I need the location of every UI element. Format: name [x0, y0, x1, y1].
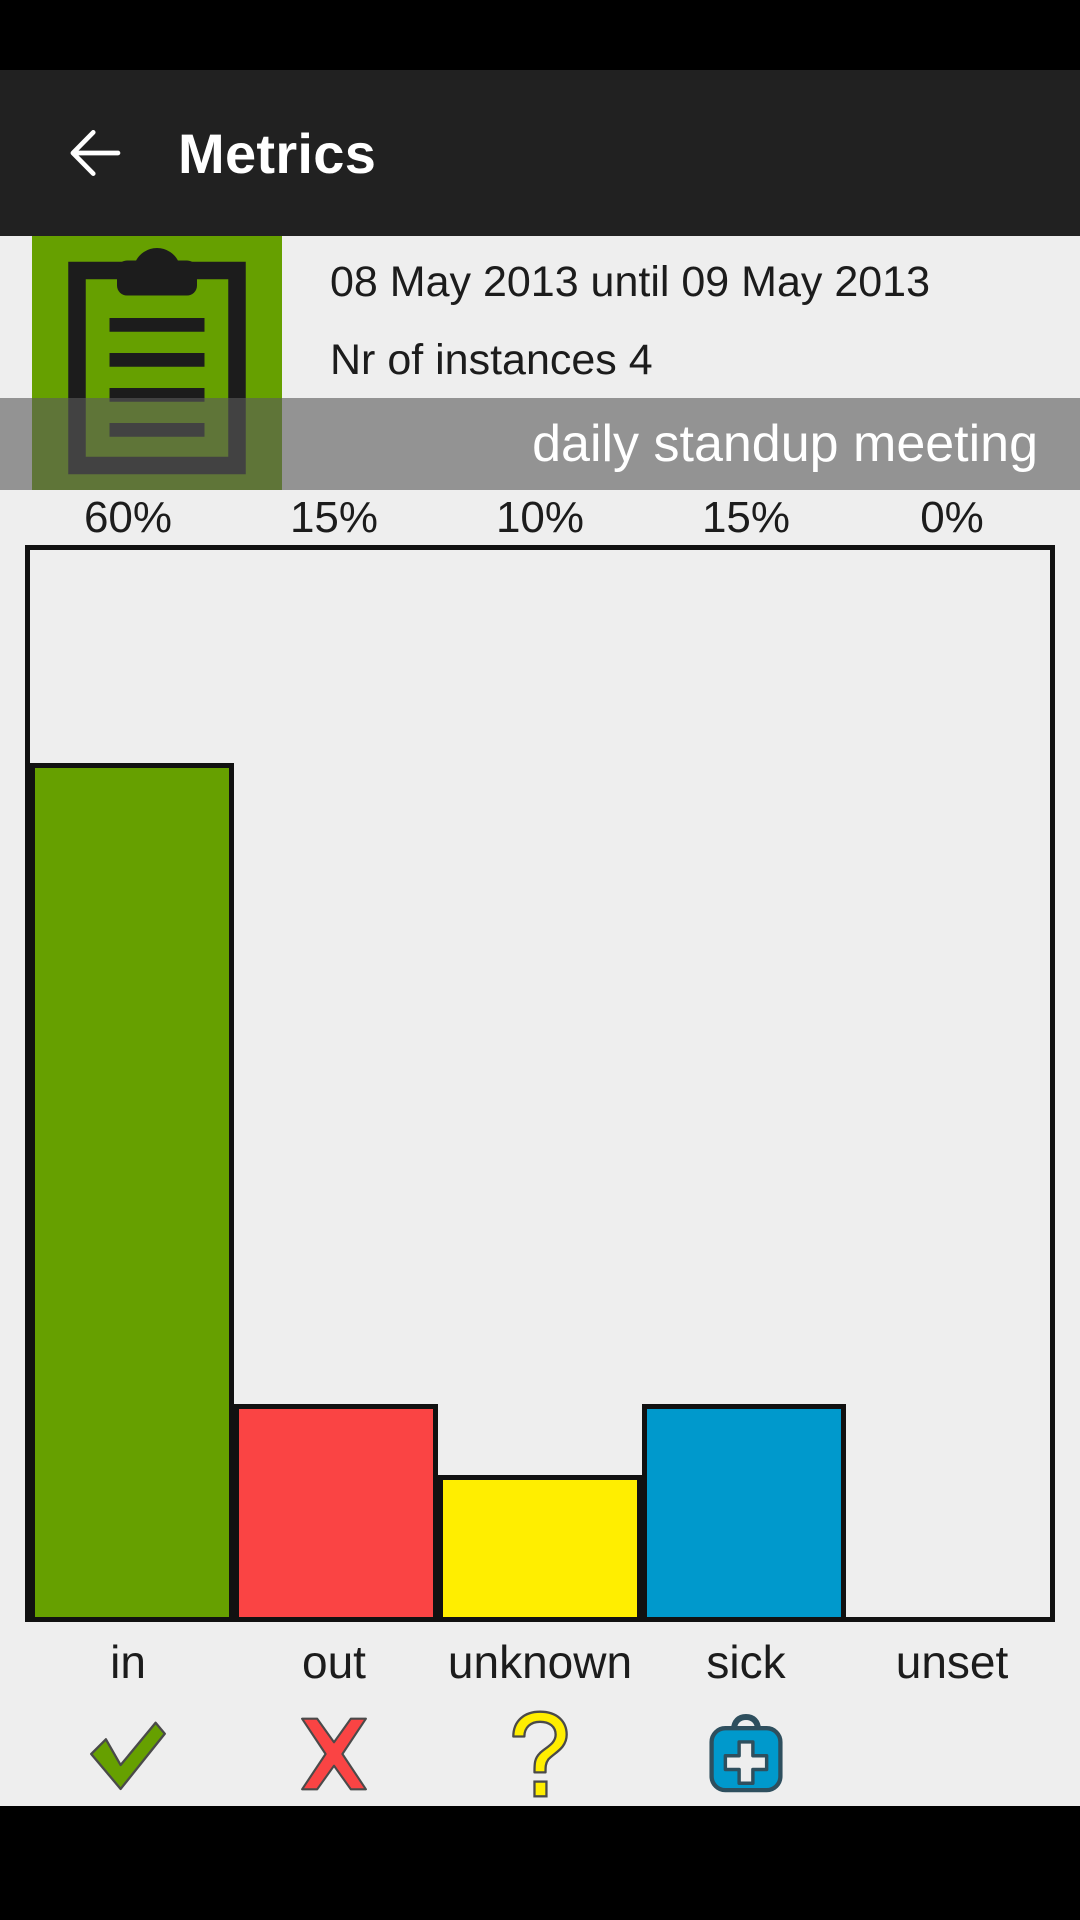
instances-count-label: Nr of instances 4: [330, 336, 653, 384]
category-label-row: in out unknown sick unset: [25, 1622, 1055, 1702]
bar-slot-unknown: [438, 550, 642, 1617]
question-mark-icon: [498, 1708, 582, 1800]
category-label-unset: unset: [895, 1636, 1009, 1688]
bar-slot-out: [234, 550, 438, 1617]
bar-out: [234, 1403, 438, 1617]
category-label-out: out: [302, 1636, 366, 1688]
percentage-label: 60%: [83, 492, 173, 542]
cross-icon: [292, 1712, 376, 1796]
percentage-label: 15%: [289, 492, 379, 542]
percentage-label: 15%: [701, 492, 791, 542]
category-label-sick: sick: [706, 1636, 786, 1688]
bar-slot-unset: [846, 550, 1050, 1617]
bar-slot-in: [30, 550, 234, 1617]
percentage-label: 0%: [920, 492, 984, 542]
icon-cell-in: [25, 1702, 231, 1806]
category-icon-row: [25, 1702, 1055, 1806]
bar-in: [30, 763, 234, 1617]
medical-bag-icon: [703, 1711, 789, 1797]
category-label-in: in: [110, 1636, 146, 1688]
icon-cell-sick: [643, 1702, 849, 1806]
percentage-label-row: 60% 15% 10% 15% 0%: [25, 490, 1055, 545]
icon-cell-unset: [849, 1702, 1055, 1806]
category-label-unknown: unknown: [447, 1636, 633, 1688]
status-bar: [0, 0, 1080, 70]
bar-slot-sick: [642, 550, 846, 1617]
activity-title: daily standup meeting: [532, 415, 1038, 473]
date-range-label: 08 May 2013 until 09 May 2013: [330, 258, 931, 306]
bar-sick: [642, 1403, 846, 1617]
summary-header: 08 May 2013 until 09 May 2013 Nr of inst…: [0, 236, 1080, 490]
check-icon: [82, 1708, 174, 1800]
metrics-content: 08 May 2013 until 09 May 2013 Nr of inst…: [0, 236, 1080, 1806]
bar-unknown: [438, 1474, 642, 1617]
icon-cell-out: [231, 1702, 437, 1806]
bar-chart-plot: [25, 545, 1055, 1622]
app-bar: Metrics: [0, 70, 1080, 236]
page-title: Metrics: [178, 121, 377, 185]
app-screen: Metrics 08 May 2013 until 09 May 2013 Nr…: [0, 0, 1080, 1920]
activity-title-overlay: daily standup meeting: [0, 398, 1080, 490]
icon-cell-unknown: [437, 1702, 643, 1806]
percentage-label: 10%: [495, 492, 585, 542]
navigation-bar: [0, 1806, 1080, 1920]
back-button[interactable]: [36, 93, 156, 213]
arrow-left-icon: [63, 120, 129, 186]
